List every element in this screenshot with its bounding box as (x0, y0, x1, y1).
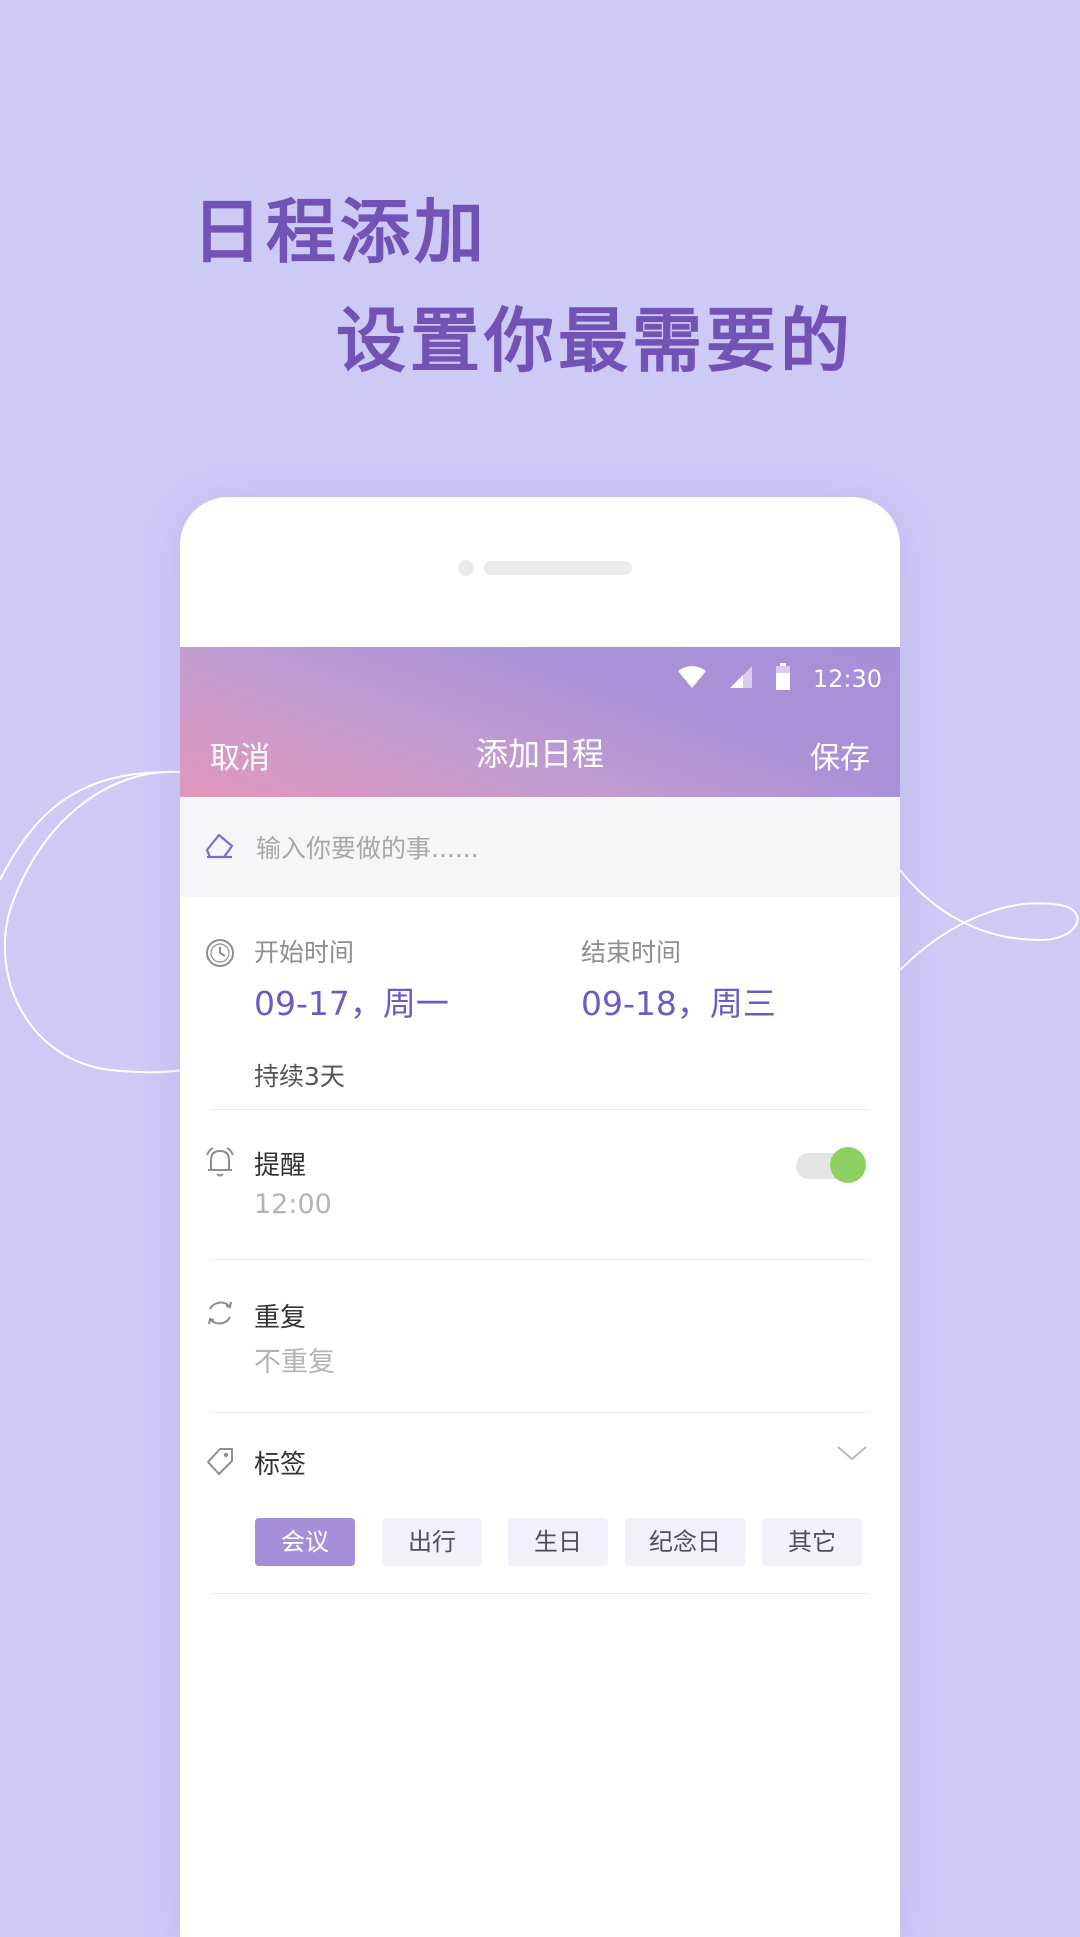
divider (210, 1109, 870, 1110)
status-bar: 12:30 (677, 661, 882, 697)
tag-chip-other[interactable]: 其它 (762, 1518, 862, 1566)
page-title: 添加日程 (475, 735, 604, 773)
cellular-signal-icon (729, 665, 753, 693)
toggle-knob (830, 1147, 866, 1183)
end-time-value[interactable]: 09-18，周三 (581, 977, 776, 1025)
bell-icon (204, 1145, 236, 1183)
end-time-label: 结束时间 (581, 938, 682, 967)
start-time-value[interactable]: 09-17，周一 (254, 977, 449, 1025)
start-time-label: 开始时间 (254, 938, 355, 967)
phone-camera (458, 560, 474, 576)
todo-input-row (180, 797, 900, 897)
tag-chip-meeting[interactable]: 会议 (255, 1518, 355, 1566)
chevron-down-icon[interactable] (836, 1443, 868, 1467)
nav-bar: 添加日程 取消 保存 (180, 725, 900, 781)
status-time: 12:30 (812, 665, 882, 693)
phone-speaker (484, 561, 632, 575)
tag-icon (204, 1445, 236, 1481)
divider (210, 1412, 870, 1413)
tag-chip-anniversary[interactable]: 纪念日 (625, 1518, 745, 1566)
divider (210, 1259, 870, 1260)
repeat-value[interactable]: 不重复 (254, 1340, 335, 1379)
reminder-label: 提醒 (254, 1151, 307, 1181)
todo-input[interactable] (254, 825, 858, 871)
reminder-toggle[interactable] (796, 1145, 866, 1185)
tags-label: 标签 (254, 1450, 307, 1480)
tag-chip-birthday[interactable]: 生日 (508, 1518, 608, 1566)
cancel-button[interactable]: 取消 (210, 733, 270, 777)
save-button[interactable]: 保存 (810, 733, 870, 777)
app-header: 12:30 添加日程 取消 保存 (180, 647, 900, 797)
clock-icon (204, 937, 236, 973)
repeat-label: 重复 (254, 1303, 307, 1333)
wifi-icon (677, 665, 707, 693)
edit-icon (204, 830, 236, 866)
divider (210, 1593, 870, 1594)
battery-icon (775, 663, 791, 695)
tag-chip-travel[interactable]: 出行 (382, 1518, 482, 1566)
phone-frame: 12:30 添加日程 取消 保存 开始时间 09-17，周一 结束时间 09-1… (180, 497, 900, 1937)
reminder-time-value[interactable]: 12:00 (254, 1189, 332, 1220)
repeat-icon (204, 1297, 236, 1333)
duration-text: 持续3天 (254, 1062, 345, 1091)
